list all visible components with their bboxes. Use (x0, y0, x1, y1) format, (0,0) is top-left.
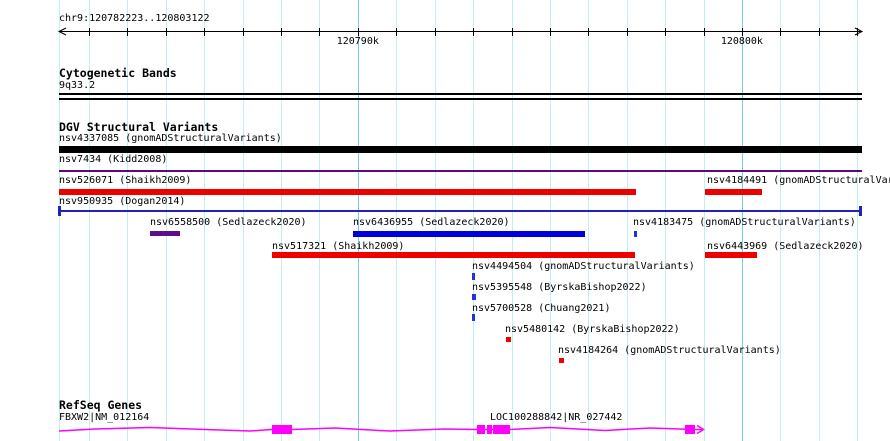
variant-bar-nsv5395548[interactable] (472, 294, 476, 300)
ruler-tick (204, 28, 206, 36)
gridline (511, 0, 513, 441)
variant-label-nsv5480142[interactable]: nsv5480142 (ByrskaBishop2022) (505, 325, 680, 335)
variant-bar-nsv4494504[interactable] (472, 273, 475, 280)
cytogenetic-band-box (59, 93, 862, 100)
variant-label-nsv4183475[interactable]: nsv4183475 (gnomADStructuralVariants) (633, 218, 856, 228)
variant-bar-nsv6436955[interactable] (353, 231, 585, 237)
gene-exon[interactable] (272, 425, 292, 434)
region-label: chr9:120782223..120803122 (59, 13, 210, 24)
ruler-tick (127, 28, 129, 36)
gene-exon[interactable] (493, 425, 510, 434)
ruler-tick (626, 28, 628, 36)
cytogenetic-band-label: 9q33.2 (59, 80, 96, 91)
gene-exon[interactable] (685, 425, 695, 434)
variant-bar-nsv7434[interactable] (59, 170, 862, 172)
ruler-tick (473, 28, 474, 36)
variant-label-nsv5700528[interactable]: nsv5700528 (Chuang2021) (472, 304, 610, 314)
variant-bar-nsv4183475[interactable] (634, 231, 637, 237)
variant-label-nsv5395548[interactable]: nsv5395548 (ByrskaBishop2022) (472, 283, 647, 293)
genome-browser-canvas: chr9:120782223..120803122 Cytogenetic Ba… (0, 0, 890, 441)
variant-label-nsv950935[interactable]: nsv950935 (Dogan2014) (59, 197, 185, 207)
variant-label-nsv6436955[interactable]: nsv6436955 (Sedlazeck2020) (353, 218, 510, 228)
gene-label-FBXW2[interactable]: FBXW2|NM_012164 (59, 413, 149, 423)
ruler-tick (741, 28, 743, 36)
variant-bar-nsv4184491[interactable] (705, 189, 762, 195)
gene-exon[interactable] (487, 425, 492, 434)
ruler-tick (357, 28, 359, 36)
gridline (626, 0, 628, 441)
cytogenetic-bands-title: Cytogenetic Bands (59, 66, 177, 80)
variant-label-nsv7434[interactable]: nsv7434 (Kidd2008) (59, 155, 167, 165)
variant-endtick-right-nsv950935 (859, 206, 862, 216)
gene-label-LOC100288842[interactable]: LOC100288842|NR_027442 (490, 413, 622, 423)
ruler-tick (434, 28, 436, 36)
variant-bar-nsv4337085[interactable] (59, 146, 862, 153)
variant-label-nsv6443969[interactable]: nsv6443969 (Sedlazeck2020) (707, 242, 864, 252)
gridline (549, 0, 551, 441)
variant-bar-nsv950935[interactable] (59, 210, 861, 212)
ruler-tick (242, 28, 244, 36)
ruler-tick (511, 28, 513, 36)
ruler-tick (780, 28, 782, 36)
variant-label-nsv526071[interactable]: nsv526071 (Shaikh2009) (59, 176, 191, 186)
ruler-tick-label: 120790k (336, 36, 379, 47)
ruler-tick (549, 28, 551, 36)
ruler-tick (319, 28, 321, 36)
ruler-tick (665, 28, 667, 36)
gridline (857, 0, 859, 441)
variant-bar-nsv5480142[interactable] (506, 337, 511, 342)
variant-bar-nsv5700528[interactable] (472, 314, 475, 321)
ruler-tick (396, 28, 398, 36)
ruler-tick (88, 28, 90, 36)
ruler-tick (818, 28, 820, 36)
variant-label-nsv6558500[interactable]: nsv6558500 (Sedlazeck2020) (150, 218, 307, 228)
ruler-tick (588, 28, 590, 36)
gridline (588, 0, 590, 441)
gene-line (58, 426, 702, 432)
variant-label-nsv4184264[interactable]: nsv4184264 (gnomADStructuralVariants) (558, 346, 781, 356)
variant-bar-nsv6558500[interactable] (150, 231, 180, 236)
variant-endtick-left-nsv950935 (58, 206, 61, 216)
refseq-genes-title: RefSeq Genes (59, 398, 143, 412)
variant-label-nsv4494504[interactable]: nsv4494504 (gnomADStructuralVariants) (472, 262, 695, 272)
variant-label-nsv4337085[interactable]: nsv4337085 (gnomADStructuralVariants) (59, 134, 282, 144)
ruler-tick (703, 28, 705, 36)
variant-bar-nsv526071[interactable] (59, 189, 636, 195)
gene-exon[interactable] (477, 425, 485, 434)
variant-bar-nsv6443969[interactable] (705, 252, 757, 258)
ruler-tick (281, 28, 282, 36)
variant-bar-nsv4184264[interactable] (559, 358, 564, 363)
gridline (319, 0, 321, 441)
variant-label-nsv517321[interactable]: nsv517321 (Shaikh2009) (272, 242, 404, 252)
variant-bar-nsv517321[interactable] (272, 252, 635, 258)
variant-label-nsv4184491[interactable]: nsv4184491 (gnomADStructuralVariants) (707, 176, 890, 186)
ruler-tick-label: 120800k (720, 36, 763, 47)
dgv-structural-variants-title: DGV Structural Variants (59, 120, 219, 134)
ruler-tick (857, 28, 859, 36)
ruler-tick (165, 28, 167, 36)
